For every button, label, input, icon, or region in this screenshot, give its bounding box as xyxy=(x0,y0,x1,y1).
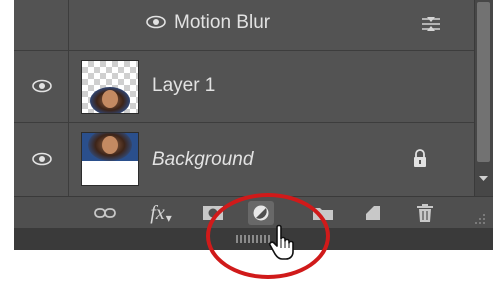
hand-cursor-icon xyxy=(268,224,300,265)
scroll-down-arrow-icon[interactable] xyxy=(477,168,490,188)
filter-blending-options-icon[interactable] xyxy=(420,16,442,37)
new-layer-icon xyxy=(364,204,382,222)
delete-layer-button[interactable] xyxy=(412,201,438,225)
scrollbar-thumb[interactable] xyxy=(477,2,490,162)
lock-icon xyxy=(412,148,428,173)
layer-row[interactable]: Layer 1 xyxy=(14,51,474,122)
background-layer-row[interactable]: Background xyxy=(14,123,474,196)
eye-icon[interactable] xyxy=(146,15,166,34)
trash-icon xyxy=(416,203,434,223)
background-thumbnail xyxy=(81,132,139,186)
background-layer-name: Background xyxy=(152,149,254,170)
link-layers-button[interactable] xyxy=(92,201,118,225)
eye-icon[interactable] xyxy=(32,152,52,171)
layer-style-button[interactable]: fx ▾ xyxy=(146,201,176,226)
filter-effect-label: Motion Blur xyxy=(174,12,271,33)
eye-icon[interactable] xyxy=(32,79,52,98)
fx-icon: fx xyxy=(150,201,165,224)
link-icon xyxy=(94,207,116,219)
layer-thumbnail xyxy=(81,60,139,114)
new-layer-button[interactable] xyxy=(360,201,386,225)
layer-name: Layer 1 xyxy=(152,75,216,96)
filter-effect-row[interactable]: Motion Blur xyxy=(14,0,474,50)
